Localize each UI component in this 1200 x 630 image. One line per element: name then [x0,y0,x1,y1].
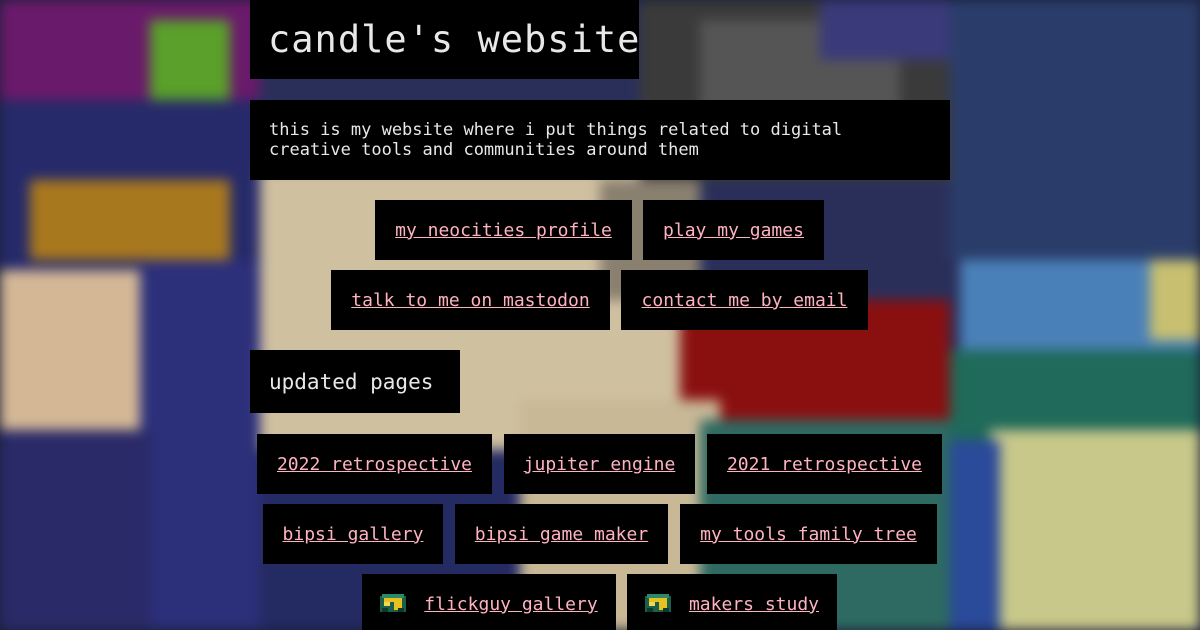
site-title: candle's website [268,18,641,61]
page-box-makers-study: makers study [627,574,837,630]
page-box-bipsi-gallery: bipsi gallery [263,504,443,564]
page-box-2021-retrospective: 2021 retrospective [707,434,942,494]
updated-pages-heading-box: updated pages [250,350,460,413]
retrospective-2022-link[interactable]: 2022 retrospective [277,454,472,475]
makers-study-link[interactable]: makers study [689,594,819,615]
updated-pages-heading: updated pages [269,370,434,394]
page-box-flickguy-gallery: flickguy gallery [362,574,616,630]
link-box-games: play my games [643,200,824,260]
mastodon-link[interactable]: talk to me on mastodon [351,290,589,311]
page-box-jupiter-engine: jupiter engine [504,434,695,494]
bipsi-game-maker-link[interactable]: bipsi game maker [475,524,648,545]
flickguy-gallery-link[interactable]: flickguy gallery [424,594,597,615]
tools-family-tree-link[interactable]: my tools family tree [700,524,917,545]
retrospective-2021-link[interactable]: 2021 retrospective [727,454,922,475]
page-content: candle's website this is my website wher… [0,0,1200,630]
site-description-box: this is my website where i put things re… [250,100,950,180]
site-title-box: candle's website [250,0,639,79]
site-description: this is my website where i put things re… [269,120,843,160]
link-box-email: contact me by email [621,270,868,330]
page-box-tools-family-tree: my tools family tree [680,504,937,564]
link-box-neocities: my neocities profile [375,200,632,260]
page-box-2022-retrospective: 2022 retrospective [257,434,492,494]
email-link[interactable]: contact me by email [642,290,848,311]
page-box-bipsi-game-maker: bipsi game maker [455,504,668,564]
flickguy-icon [644,594,671,614]
jupiter-engine-link[interactable]: jupiter engine [524,454,676,475]
neocities-profile-link[interactable]: my neocities profile [395,220,612,241]
bipsi-gallery-link[interactable]: bipsi gallery [283,524,424,545]
link-box-mastodon: talk to me on mastodon [331,270,610,330]
play-games-link[interactable]: play my games [663,220,804,241]
flickguy-icon [380,594,407,614]
